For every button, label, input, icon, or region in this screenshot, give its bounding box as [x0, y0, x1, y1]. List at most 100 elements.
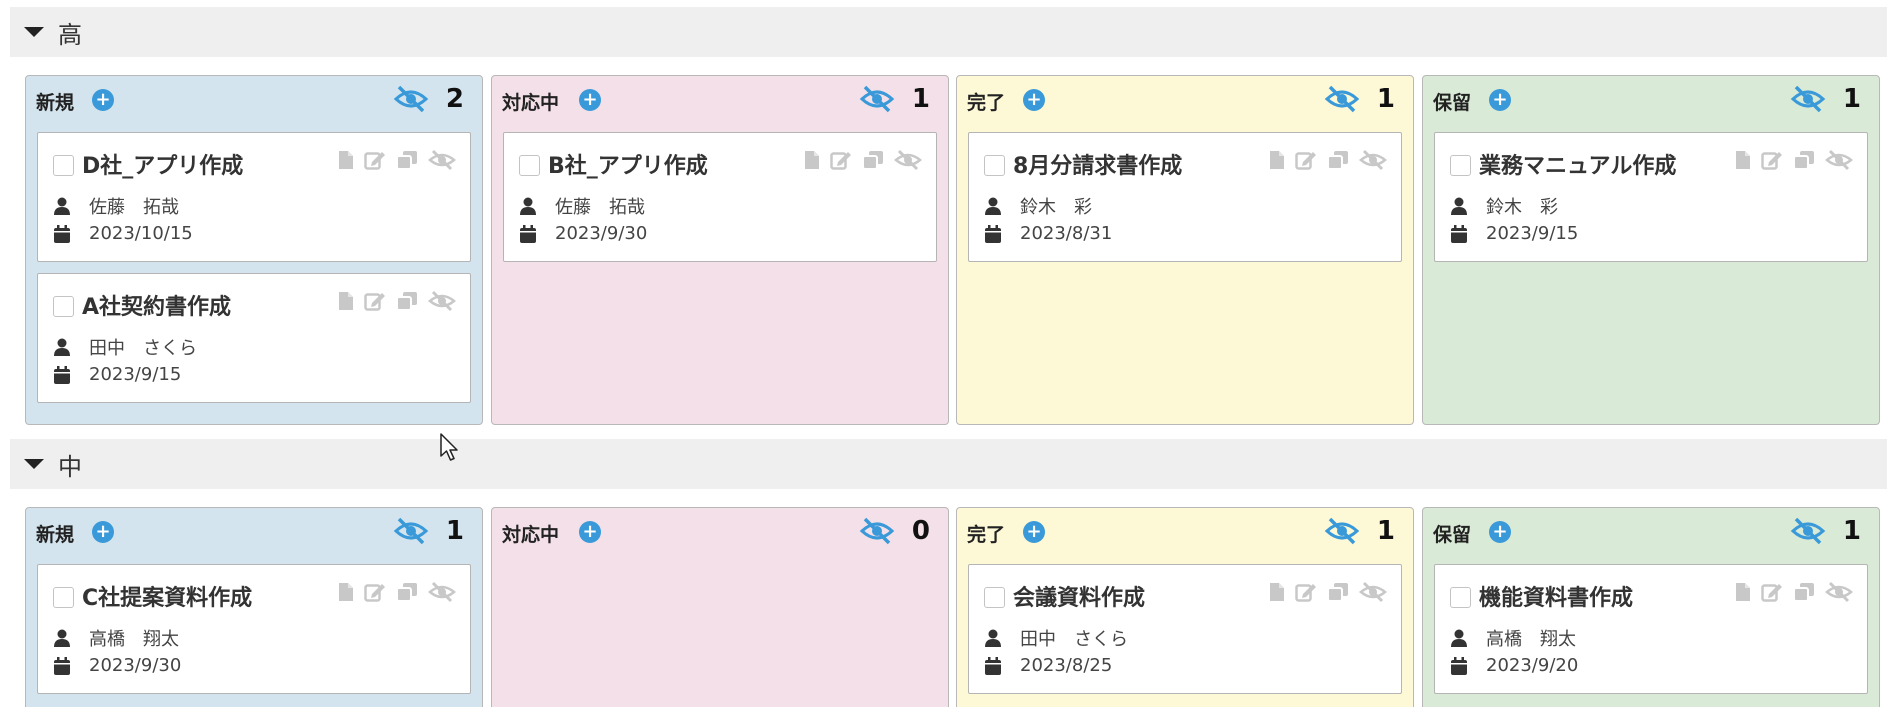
eye-slash-icon[interactable]: [1790, 516, 1826, 546]
copy-icon[interactable]: [396, 582, 418, 602]
edit-icon[interactable]: [364, 582, 386, 602]
file-icon[interactable]: [1269, 582, 1285, 602]
add-card-button[interactable]: +: [1489, 89, 1511, 111]
card-actions: [1725, 149, 1853, 171]
file-icon[interactable]: [804, 150, 820, 170]
user-icon: [53, 197, 71, 215]
group-header-high[interactable]: 高: [10, 7, 1887, 57]
edit-icon[interactable]: [364, 150, 386, 170]
kanban-board: 高 新規 + 2 D社_アプリ作成 佐藤 拓哉 2023/10/15 A社契約書…: [0, 0, 1887, 707]
eye-slash-icon[interactable]: [1359, 149, 1387, 171]
task-card[interactable]: 8月分請求書作成 鈴木 彩 2023/8/31: [968, 132, 1402, 262]
add-card-button[interactable]: +: [1489, 521, 1511, 543]
lane-on-hold: 保留 + 1 機能資料書作成 高橋 翔太 2023/9/20: [1422, 507, 1880, 707]
file-icon[interactable]: [1735, 150, 1751, 170]
eye-slash-icon[interactable]: [894, 149, 922, 171]
add-card-button[interactable]: +: [1023, 89, 1045, 111]
assignee-name: 田中 さくら: [1020, 629, 1128, 650]
task-card[interactable]: 機能資料書作成 高橋 翔太 2023/9/20: [1434, 564, 1868, 694]
card-checkbox[interactable]: [53, 296, 74, 317]
calendar-icon: [519, 224, 537, 243]
lane-header: 完了 + 1: [957, 76, 1413, 124]
task-card[interactable]: 会議資料作成 田中 さくら 2023/8/25: [968, 564, 1402, 694]
edit-icon[interactable]: [1761, 150, 1783, 170]
eye-slash-icon[interactable]: [428, 290, 456, 312]
task-card[interactable]: C社提案資料作成 高橋 翔太 2023/9/30: [37, 564, 471, 694]
due-date: 2023/10/15: [89, 223, 193, 244]
calendar-icon: [1450, 656, 1468, 675]
copy-icon[interactable]: [396, 291, 418, 311]
calendar-icon: [53, 365, 71, 384]
edit-icon[interactable]: [830, 150, 852, 170]
add-card-button[interactable]: +: [92, 521, 114, 543]
card-assignee: 高橋 翔太: [1450, 625, 1576, 651]
user-icon: [53, 629, 71, 647]
card-actions: [328, 149, 456, 171]
card-checkbox[interactable]: [53, 155, 74, 176]
calendar-icon: [53, 656, 71, 675]
eye-slash-icon[interactable]: [859, 84, 895, 114]
card-checkbox[interactable]: [984, 587, 1005, 608]
due-date: 2023/9/15: [1486, 223, 1579, 244]
eye-slash-icon[interactable]: [1825, 581, 1853, 603]
card-checkbox[interactable]: [1450, 155, 1471, 176]
copy-icon[interactable]: [1327, 150, 1349, 170]
edit-icon[interactable]: [1761, 582, 1783, 602]
copy-icon[interactable]: [1793, 150, 1815, 170]
lane-count: 1: [911, 84, 930, 114]
lane-title: 保留: [1433, 92, 1472, 114]
file-icon[interactable]: [338, 150, 354, 170]
due-date: 2023/8/25: [1020, 655, 1113, 676]
due-date: 2023/9/20: [1486, 655, 1579, 676]
add-card-button[interactable]: +: [579, 521, 601, 543]
eye-slash-icon[interactable]: [393, 84, 429, 114]
eye-slash-icon[interactable]: [393, 516, 429, 546]
task-card[interactable]: D社_アプリ作成 佐藤 拓哉 2023/10/15: [37, 132, 471, 262]
edit-icon[interactable]: [364, 291, 386, 311]
assignee-name: 鈴木 彩: [1020, 197, 1092, 218]
card-due-date: 2023/8/31: [984, 223, 1112, 244]
card-checkbox[interactable]: [1450, 587, 1471, 608]
copy-icon[interactable]: [1327, 582, 1349, 602]
card-checkbox[interactable]: [984, 155, 1005, 176]
card-actions: [1725, 581, 1853, 603]
file-icon[interactable]: [1269, 150, 1285, 170]
lane-header: 保留 + 1: [1423, 508, 1879, 556]
lane-header: 保留 + 1: [1423, 76, 1879, 124]
eye-slash-icon[interactable]: [1825, 149, 1853, 171]
eye-slash-icon[interactable]: [859, 516, 895, 546]
task-card[interactable]: 業務マニュアル作成 鈴木 彩 2023/9/15: [1434, 132, 1868, 262]
add-card-button[interactable]: +: [579, 89, 601, 111]
edit-icon[interactable]: [1295, 150, 1317, 170]
card-checkbox[interactable]: [53, 587, 74, 608]
copy-icon[interactable]: [862, 150, 884, 170]
copy-icon[interactable]: [396, 150, 418, 170]
lane-done: 完了 + 1 会議資料作成 田中 さくら 2023/8/25: [956, 507, 1414, 707]
eye-slash-icon[interactable]: [1790, 84, 1826, 114]
calendar-icon: [984, 656, 1002, 675]
lane-title: 完了: [967, 524, 1006, 546]
task-card[interactable]: B社_アプリ作成 佐藤 拓哉 2023/9/30: [503, 132, 937, 262]
file-icon[interactable]: [338, 291, 354, 311]
card-checkbox[interactable]: [519, 155, 540, 176]
calendar-icon: [984, 224, 1002, 243]
caret-down-icon: [24, 27, 44, 37]
task-card[interactable]: A社契約書作成 田中 さくら 2023/9/15: [37, 273, 471, 403]
eye-slash-icon[interactable]: [428, 149, 456, 171]
eye-slash-icon[interactable]: [1359, 581, 1387, 603]
file-icon[interactable]: [1735, 582, 1751, 602]
eye-slash-icon[interactable]: [428, 581, 456, 603]
lane-header: 新規 + 2: [26, 76, 482, 124]
add-card-button[interactable]: +: [92, 89, 114, 111]
card-actions: [1259, 581, 1387, 603]
eye-slash-icon[interactable]: [1324, 84, 1360, 114]
copy-icon[interactable]: [1793, 582, 1815, 602]
edit-icon[interactable]: [1295, 582, 1317, 602]
eye-slash-icon[interactable]: [1324, 516, 1360, 546]
due-date: 2023/8/31: [1020, 223, 1113, 244]
lane-header: 対応中 + 1: [492, 76, 948, 124]
group-header-medium[interactable]: 中: [10, 439, 1887, 489]
card-actions: [794, 149, 922, 171]
file-icon[interactable]: [338, 582, 354, 602]
add-card-button[interactable]: +: [1023, 521, 1045, 543]
